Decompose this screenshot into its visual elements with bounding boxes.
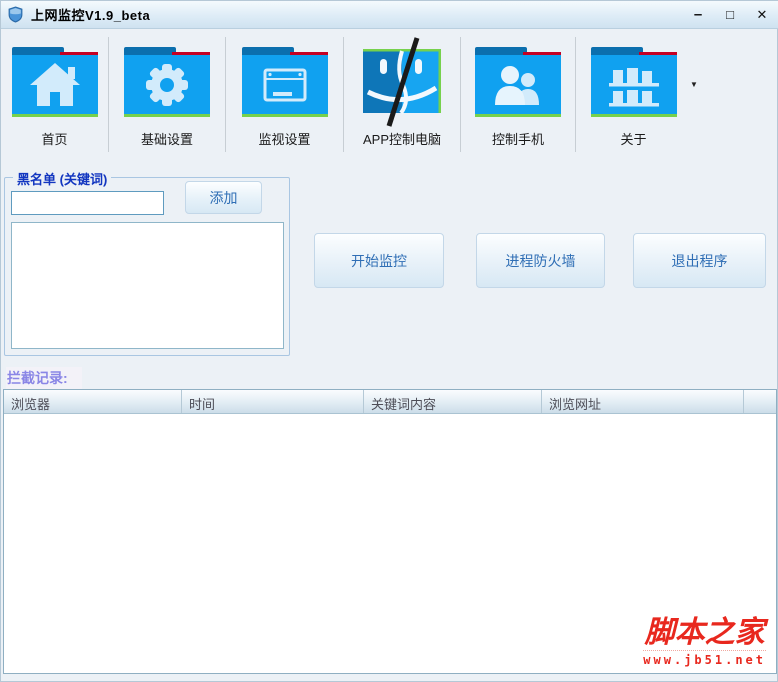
watermark: 脚本之家 www.jb51.net: [643, 618, 766, 667]
shield-app-icon: [8, 6, 23, 23]
minimize-button[interactable]: –: [689, 1, 707, 29]
finder-face-icon: [363, 37, 441, 127]
blacklist-groupbox: 黑名单 (关键词) 添加: [4, 169, 290, 356]
records-table-body[interactable]: 脚本之家 www.jb51.net: [4, 414, 776, 673]
title-bar: 上网监控V1.9_beta – □ ✕: [1, 1, 778, 29]
toolbar-label-basic-settings: 基础设置: [140, 132, 193, 147]
records-table-header: 浏览器 时间 关键词内容 浏览网址: [4, 390, 776, 414]
users-folder-icon: [475, 47, 561, 117]
shelf-folder-icon: [590, 47, 677, 117]
column-header-filler: [744, 390, 776, 413]
column-header-time[interactable]: 时间: [182, 390, 364, 413]
toolbar-item-about[interactable]: 关于: [576, 37, 691, 152]
close-button[interactable]: ✕: [753, 1, 771, 29]
maximize-button[interactable]: □: [721, 1, 739, 29]
home-folder-icon: [11, 47, 98, 117]
toolbar-item-app-control-pc[interactable]: APP控制电脑: [344, 37, 461, 152]
toolbar-label-home: 首页: [41, 132, 68, 147]
toolbar-item-control-phone[interactable]: 控制手机: [461, 37, 576, 152]
blacklist-listbox[interactable]: [11, 222, 284, 349]
column-header-browser[interactable]: 浏览器: [4, 390, 182, 413]
gear-folder-icon: [124, 47, 210, 117]
window-title: 上网监控V1.9_beta: [31, 8, 151, 23]
toolbar-label-app-control-pc: APP控制电脑: [362, 132, 441, 147]
intercept-records-table: 浏览器 时间 关键词内容 浏览网址 脚本之家 www.jb51.net: [3, 389, 777, 674]
about-dropdown-arrow-icon[interactable]: ▼: [690, 81, 698, 89]
toolbar-label-monitor-settings: 监视设置: [258, 132, 311, 147]
toolbar-item-home[interactable]: 首页: [1, 37, 109, 152]
watermark-site-name: 脚本之家: [644, 615, 765, 650]
main-toolbar: 首页 基础设置 监视设置 APP控制电脑 控制手机 关于: [1, 29, 778, 156]
start-monitoring-button[interactable]: 开始监控: [314, 233, 444, 288]
process-firewall-button[interactable]: 进程防火墙: [476, 233, 605, 288]
toolbar-label-control-phone: 控制手机: [491, 132, 544, 147]
toolbar-item-monitor-settings[interactable]: 监视设置: [226, 37, 344, 152]
column-header-url[interactable]: 浏览网址: [542, 390, 744, 413]
toolbar-label-about: 关于: [620, 132, 647, 147]
toolbar-item-basic-settings[interactable]: 基础设置: [109, 37, 226, 152]
browser-folder-icon: [241, 47, 328, 117]
add-keyword-button[interactable]: 添加: [185, 181, 262, 214]
blacklist-group-label: 黑名单 (关键词): [13, 169, 112, 188]
watermark-site-url: www.jb51.net: [643, 650, 766, 667]
exit-program-button[interactable]: 退出程序: [633, 233, 766, 288]
intercept-records-label: 拦截记录:: [6, 367, 82, 389]
column-header-keyword[interactable]: 关键词内容: [364, 390, 542, 413]
keyword-input[interactable]: [11, 191, 164, 215]
